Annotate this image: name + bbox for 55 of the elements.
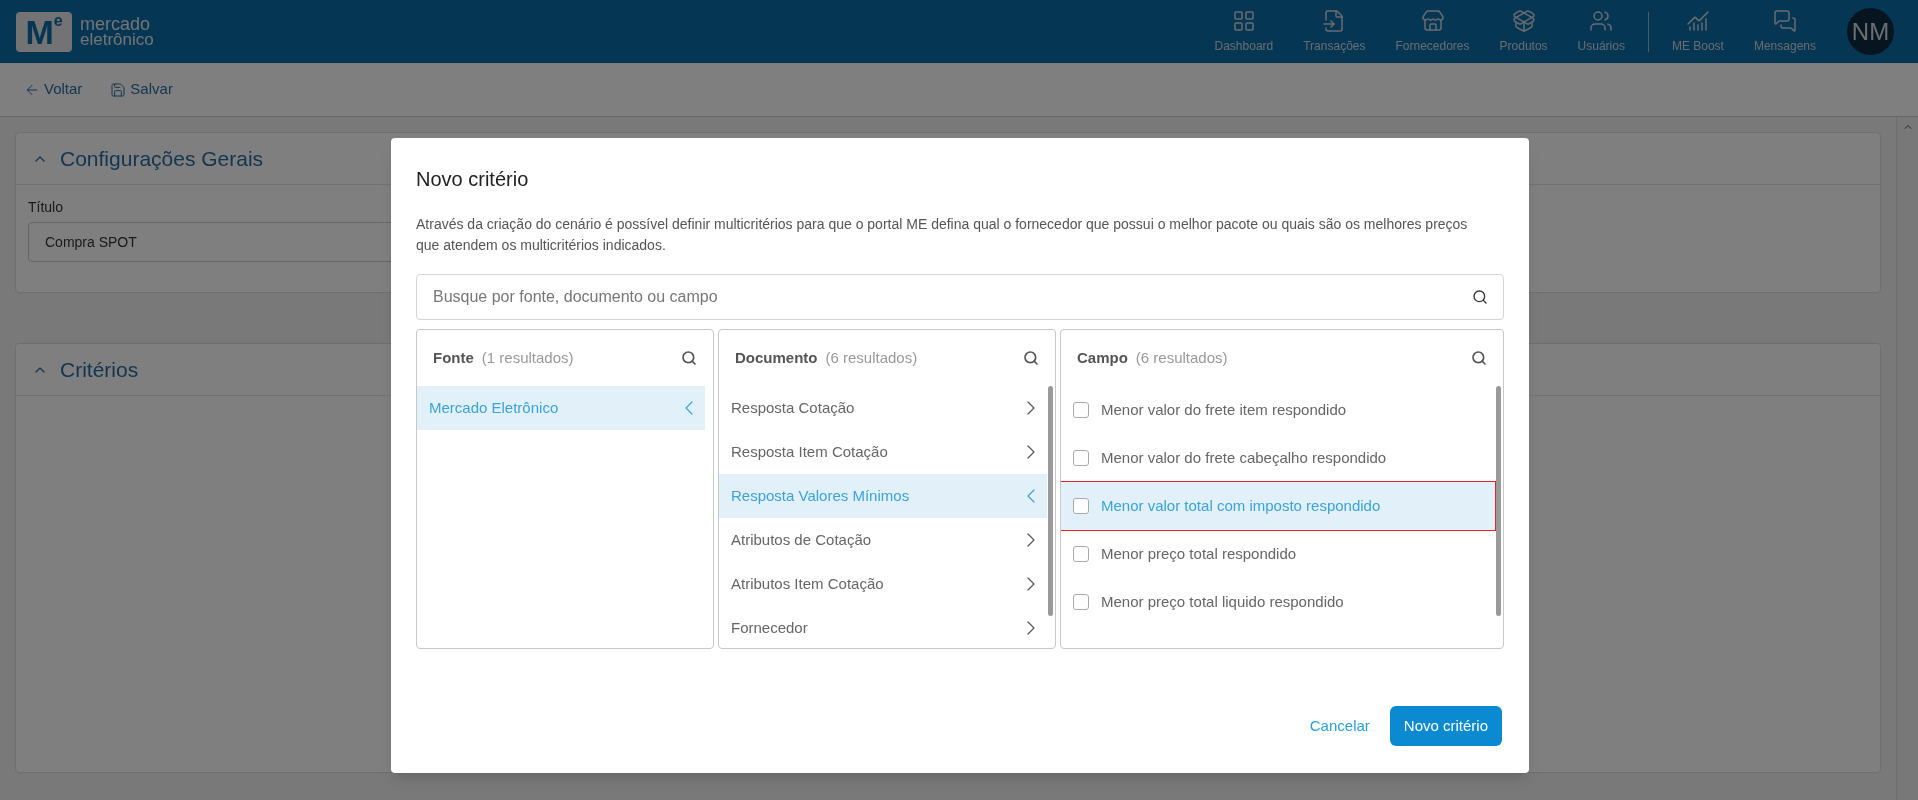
column-title: Fonte (433, 347, 474, 368)
save-icon (110, 81, 127, 98)
list-item[interactable]: Resposta Item Cotação (719, 430, 1047, 474)
toolbar-button[interactable]: Voltar (24, 78, 83, 101)
nav-link[interactable]: Produtos (1484, 8, 1563, 55)
checkbox[interactable] (1073, 594, 1089, 610)
result-count: (6 resultados) (825, 347, 918, 368)
toolbar-button[interactable]: Salvar (110, 78, 173, 101)
list-item[interactable]: Fornecedor (719, 606, 1047, 648)
list-item[interactable]: Atributos de Cotação (719, 518, 1047, 562)
section-title: Critérios (60, 356, 139, 383)
nav-link[interactable]: Usuários (1562, 8, 1640, 55)
field-option[interactable]: Menor valor total com imposto respondido (1061, 482, 1495, 530)
grid-icon (1231, 8, 1256, 33)
search-icon[interactable] (1023, 350, 1039, 366)
search-icon[interactable] (681, 350, 697, 366)
logo-text: eletrônico (80, 31, 154, 48)
section-title: Configurações Gerais (60, 145, 264, 172)
chart-icon (1685, 8, 1710, 33)
search-icon[interactable] (1472, 289, 1488, 305)
nav-link[interactable]: Fornecedores (1380, 8, 1485, 55)
field-label: Título (28, 198, 64, 217)
dialog-title: Novo critério (416, 167, 530, 192)
field-option[interactable]: Menor valor do frete cabeçalho respondido (1061, 434, 1495, 482)
users-icon (1589, 8, 1614, 33)
checkbox[interactable] (1073, 546, 1089, 562)
nav-link[interactable]: Mensagens (1738, 8, 1831, 55)
list-item[interactable]: Mercado Eletrônico (417, 386, 705, 430)
avatar[interactable]: NM (1847, 8, 1894, 55)
field-option[interactable]: Menor preço total liquido respondido (1061, 578, 1495, 626)
list-item[interactable]: Resposta Valores Mínimos (719, 474, 1047, 518)
search-icon[interactable] (1471, 350, 1487, 366)
confirm-button[interactable]: Novo critério (1389, 706, 1502, 746)
nav-link[interactable]: Dashboard (1199, 8, 1289, 55)
nav-link[interactable]: Transações (1288, 8, 1381, 55)
checkbox[interactable] (1073, 498, 1089, 514)
list-item[interactable]: Atributos Item Cotação (719, 562, 1047, 606)
list-item[interactable]: Resposta Cotação (719, 386, 1047, 430)
nav-link[interactable]: ME Boost (1656, 8, 1739, 55)
logo-text: mercado (80, 15, 151, 32)
result-count: (1 resultados) (481, 347, 574, 368)
scrollbar-thumb[interactable] (1496, 386, 1501, 616)
field-option[interactable]: Menor valor do frete item respondido (1061, 386, 1495, 434)
checkbox[interactable] (1073, 450, 1089, 466)
cancel-link[interactable]: Cancelar (1309, 714, 1370, 738)
search-field[interactable]: Busque por fonte, documento ou campo (416, 274, 1504, 320)
column-title: Campo (1077, 347, 1128, 368)
scrollbar-thumb[interactable] (1048, 386, 1053, 616)
store-icon (1420, 8, 1445, 33)
checkbox[interactable] (1073, 402, 1089, 418)
column-title: Documento (735, 347, 818, 368)
chat-bubbles-icon (1772, 8, 1797, 33)
result-count: (6 resultados) (1135, 347, 1228, 368)
field-option[interactable]: Menor preço total respondido (1061, 530, 1495, 578)
box-icon (1511, 8, 1536, 33)
